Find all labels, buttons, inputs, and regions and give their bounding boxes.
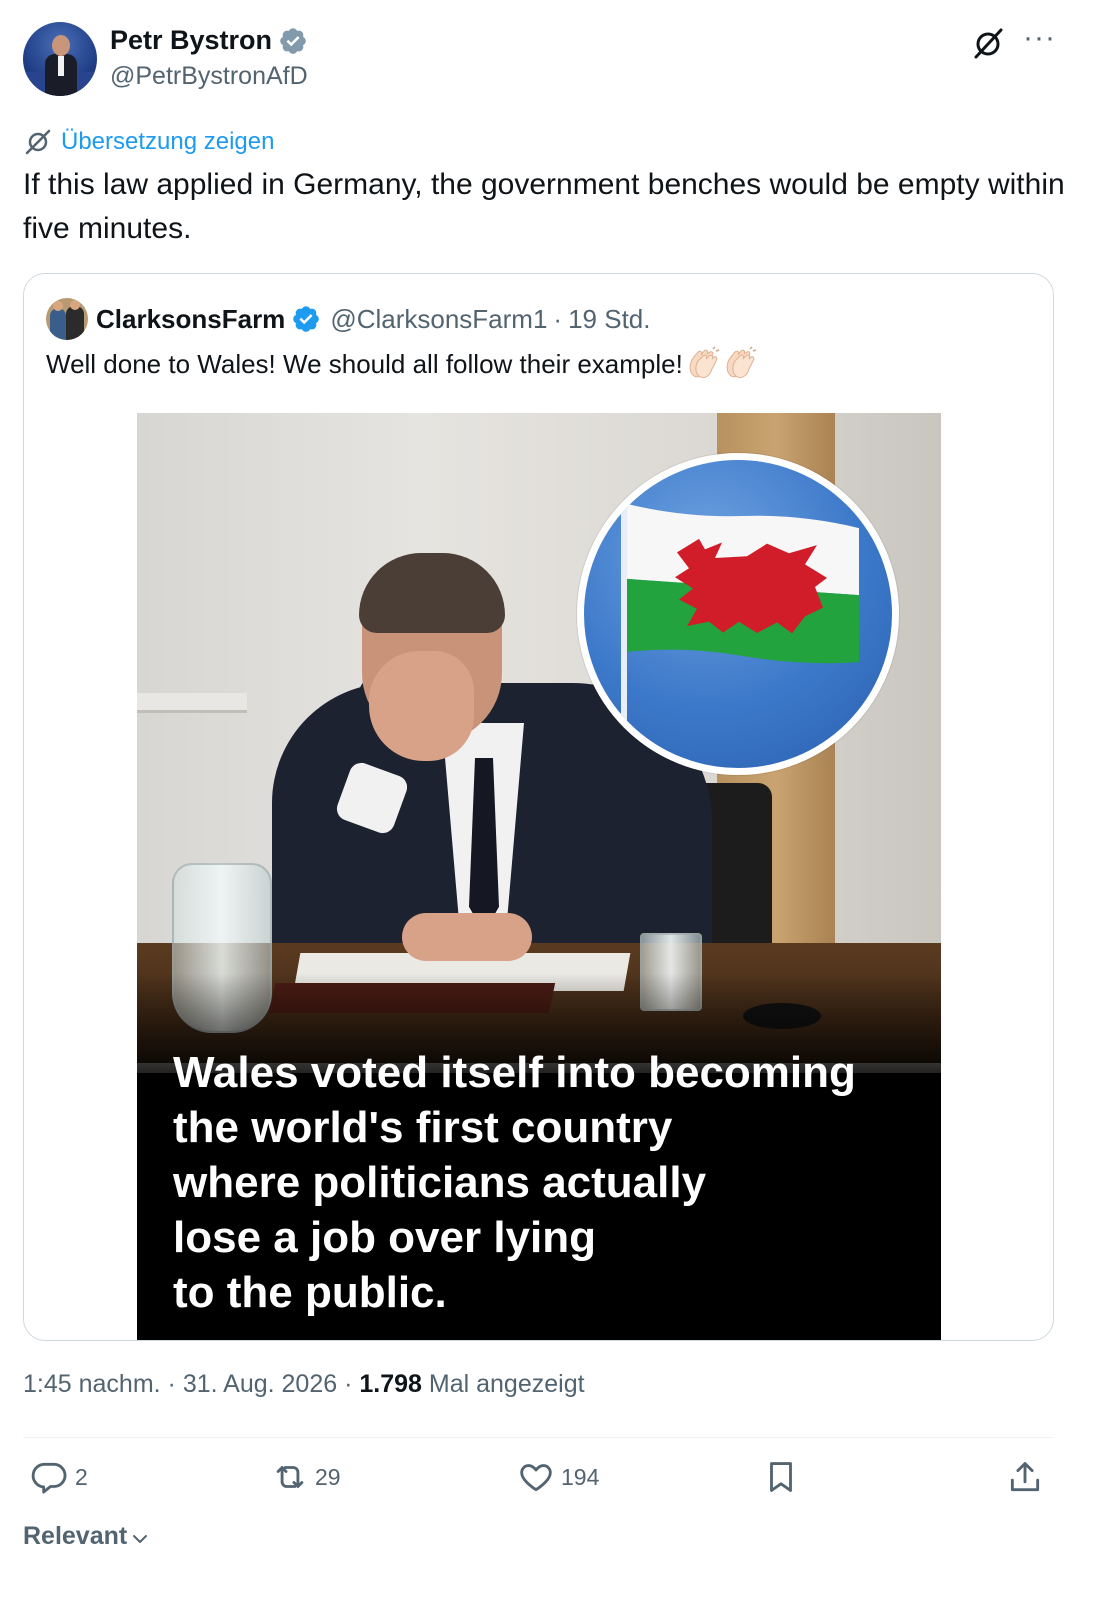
like-count: 194 <box>561 1463 600 1490</box>
bookmark-button[interactable] <box>762 1458 800 1496</box>
quoted-author-avatar <box>46 298 88 340</box>
translate-icon <box>25 129 51 155</box>
tweet-meta: 1:45 nachm. · 31. Aug. 2026 · 1.798 Mal … <box>23 1370 585 1399</box>
welsh-flag-image <box>577 453 899 775</box>
repost-icon <box>276 1466 304 1488</box>
chevron-down-icon <box>133 1534 148 1543</box>
grok-icon[interactable] <box>970 26 1006 62</box>
verified-badge-icon <box>280 27 306 54</box>
share-button[interactable] <box>1006 1458 1044 1496</box>
separator-dot: · <box>344 1370 353 1398</box>
reply-count: 2 <box>75 1463 88 1490</box>
quoted-tweet-card[interactable]: ClarksonsFarm @ClarksonsFarm1 · 19 Std. … <box>23 273 1054 1341</box>
quoted-author-handle: @ClarksonsFarm1 <box>330 303 548 334</box>
share-icon <box>1010 1462 1040 1492</box>
quoted-tweet-text: Well done to Wales! We should all follow… <box>46 346 757 382</box>
bookmark-icon <box>770 1462 792 1492</box>
caption-line: where politicians actually <box>173 1158 707 1207</box>
separator-dot: · <box>167 1370 176 1398</box>
more-icon[interactable]: ··· <box>1023 23 1057 58</box>
author-display-name[interactable]: Petr Bystron <box>110 25 272 56</box>
quoted-text-content: Well done to Wales! We should all follow… <box>46 348 683 379</box>
repost-button[interactable]: 29 <box>271 1458 341 1496</box>
caption-line: to the public. <box>173 1268 447 1317</box>
caption-line: Wales voted itself into becoming <box>173 1048 856 1097</box>
reply-button[interactable]: 2 <box>31 1458 88 1496</box>
quoted-tweet-header: ClarksonsFarm @ClarksonsFarm1 · 19 Std. <box>46 298 651 340</box>
clap-emoji <box>689 346 720 379</box>
clap-emoji <box>726 346 757 379</box>
views-label: Mal angezeigt <box>428 1370 585 1398</box>
views-count: 1.798 <box>359 1370 422 1398</box>
verified-badge-icon <box>293 306 320 332</box>
quoted-author-name: ClarksonsFarm <box>96 303 286 334</box>
caption-line: the world's first country <box>173 1103 673 1152</box>
tweet-date[interactable]: 31. Aug. 2026 <box>183 1370 337 1398</box>
quoted-tweet-time: 19 Std. <box>568 303 651 334</box>
image-caption: Wales voted itself into becoming the wor… <box>173 1045 933 1320</box>
like-icon <box>520 1464 552 1492</box>
separator-dot: · <box>553 303 563 334</box>
author-name-row: Petr Bystron <box>110 25 308 56</box>
quoted-tweet-image[interactable]: Wales voted itself into becoming the wor… <box>137 413 941 1340</box>
caption-line: lose a job over lying <box>173 1213 597 1262</box>
reply-icon <box>31 1462 67 1494</box>
sort-label: Relevant <box>23 1522 128 1550</box>
repost-count: 29 <box>315 1463 341 1490</box>
tweet-text: If this law applied in Germany, the gove… <box>23 168 1065 245</box>
tweet-time[interactable]: 1:45 nachm. <box>23 1370 161 1398</box>
action-bar: 2 29 194 <box>23 1458 1054 1502</box>
divider <box>23 1437 1054 1438</box>
translate-label[interactable]: Übersetzung zeigen <box>61 128 274 156</box>
tweet-header: Petr Bystron @PetrBystronAfD ··· <box>23 22 1088 98</box>
author-avatar[interactable] <box>23 22 97 96</box>
like-button[interactable]: 194 <box>517 1458 599 1496</box>
translate-link[interactable]: Übersetzung zeigen <box>23 127 274 157</box>
author-handle[interactable]: @PetrBystronAfD <box>110 62 308 91</box>
reply-sort-dropdown[interactable]: Relevant <box>23 1522 150 1551</box>
